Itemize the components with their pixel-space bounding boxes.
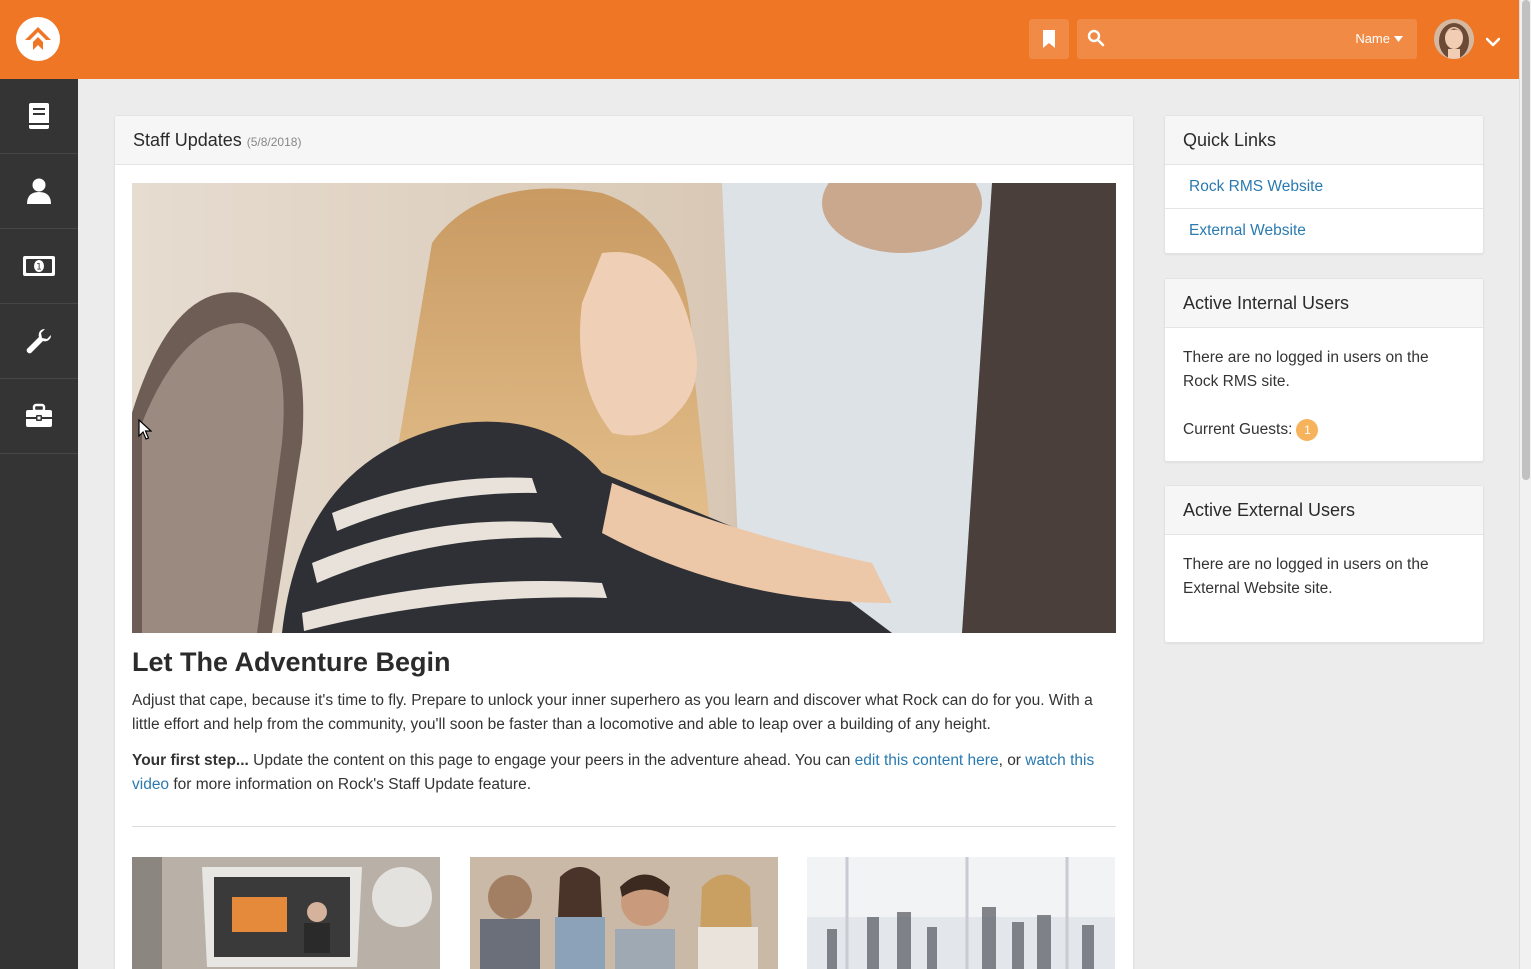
thumbnail-people-image[interactable] [470,857,778,969]
active-external-users-panel: Active External Users There are no logge… [1164,485,1484,643]
wrench-icon [26,328,52,354]
mouse-cursor-icon [138,418,153,445]
divider [132,826,1116,827]
sidebar-item-pages[interactable] [0,79,78,154]
briefcase-icon [26,403,52,427]
paragraph-text: for more information on Rock's Staff Upd… [169,776,531,793]
rock-rms-website-link[interactable]: Rock RMS Website [1189,178,1323,196]
staff-updates-date: (5/8/2018) [246,134,302,149]
quick-link-item: External Website [1165,209,1483,253]
search-input[interactable] [1113,27,1343,51]
current-guests: Current Guests: 1 [1183,418,1465,442]
search-type-label: Name [1355,31,1390,46]
active-internal-users-panel: Active Internal Users There are no logge… [1164,278,1484,462]
active-external-message: There are no logged in users on the Exte… [1183,556,1429,597]
article-title: Let The Adventure Begin [132,647,451,677]
caret-down-icon [1394,35,1403,42]
hero-image [132,183,1116,633]
active-external-body: There are no logged in users on the Exte… [1165,535,1483,619]
first-step-label: Your first step... [132,752,249,769]
active-external-heading: Active External Users [1165,486,1483,535]
active-internal-title: Active Internal Users [1183,292,1350,313]
article-paragraph-1: Adjust that cape, because it's time to f… [132,692,1093,733]
person-icon [27,178,51,204]
sidebar-item-tools[interactable] [0,379,78,454]
sidebar-item-people[interactable] [0,154,78,229]
quick-links-title: Quick Links [1183,129,1277,150]
svg-text:1: 1 [36,263,42,273]
sidebar: 1 [0,79,78,969]
search-box: Name [1077,19,1417,59]
search-type-dropdown[interactable]: Name [1355,31,1403,46]
thumbnail-crowd-image[interactable] [807,857,1115,969]
bookmark-icon [1043,30,1055,48]
sidebar-item-finance[interactable]: 1 [0,229,78,304]
active-internal-message: There are no logged in users on the Rock… [1183,349,1429,390]
paragraph-text: , or [998,752,1026,769]
sidebar-item-admin-tools[interactable] [0,304,78,379]
guests-count-badge: 1 [1296,419,1319,441]
quick-link-item: Rock RMS Website [1165,165,1483,209]
edit-content-link[interactable]: edit this content here [855,752,999,769]
page-scrollbar[interactable] [1519,0,1531,969]
article-paragraph-2: Your first step... Update the content on… [132,749,1116,797]
chevron-down-icon[interactable] [1485,32,1501,51]
staff-updates-heading: Staff Updates (5/8/2018) [115,116,1133,165]
avatar[interactable] [1434,19,1474,59]
staff-updates-title: Staff Updates [133,129,242,150]
paragraph-text: Update the content on this page to engag… [248,752,855,769]
active-external-title: Active External Users [1183,499,1356,520]
external-website-link[interactable]: External Website [1189,222,1306,240]
quick-links-heading: Quick Links [1165,116,1483,165]
scrollbar-thumb[interactable] [1522,0,1530,480]
money-icon: 1 [23,256,55,276]
active-internal-heading: Active Internal Users [1165,279,1483,328]
top-bar: Name [0,0,1519,79]
active-internal-body: There are no logged in users on the Rock… [1165,328,1483,460]
thumbnail-laptop-image[interactable] [132,857,440,969]
book-icon [29,103,49,129]
bookmark-button[interactable] [1029,19,1069,59]
quick-links-panel: Quick Links Rock RMS Website External We… [1164,115,1484,254]
current-guests-label: Current Guests: [1183,421,1293,438]
staff-updates-panel: Staff Updates (5/8/2018) Let The Adventu… [114,115,1134,969]
rock-logo-icon[interactable] [16,17,60,61]
search-icon [1087,29,1105,51]
